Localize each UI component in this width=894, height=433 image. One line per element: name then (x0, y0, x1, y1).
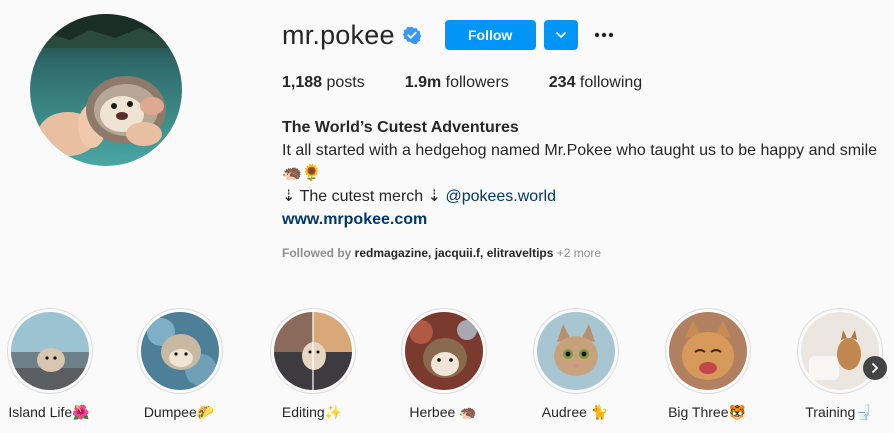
highlight-label: Editing✨ (281, 404, 343, 420)
highlight-thumbnail (141, 312, 219, 390)
highlight-item[interactable]: Editing✨ (267, 308, 357, 433)
bio-line: It all started with a hedgehog named Mr.… (282, 142, 878, 159)
suggested-accounts-button[interactable] (543, 20, 578, 50)
highlight-ring (401, 308, 487, 394)
highlight-label: Training🚽 (805, 404, 873, 420)
highlight-ring (270, 308, 356, 394)
posts-label: posts (322, 74, 365, 91)
highlight-thumbnail (11, 312, 89, 390)
bio-merch-text: ⇣ The cutest merch ⇣ (282, 188, 446, 205)
highlight-ring (137, 308, 223, 394)
chevron-down-icon (555, 32, 566, 38)
chevron-right-icon (872, 363, 878, 373)
highlight-thumbnail (405, 312, 483, 390)
bio-emoji-line: 🦔🌻 (282, 165, 322, 182)
highlight-label: Island Life🌺 (8, 404, 90, 420)
highlight-item[interactable]: Dumpee🌮 (134, 308, 224, 433)
followed-by[interactable]: Followed by redmagazine, jacquii.f, elit… (282, 246, 601, 260)
profile-photo (30, 14, 182, 166)
bio-merch-line: ⇣ The cutest merch ⇣ @pokees.world (282, 185, 882, 208)
merch-account-link[interactable]: @pokees.world (445, 188, 556, 205)
highlight-item[interactable]: Island Life🌺 (4, 308, 94, 433)
highlight-thumbnail (537, 312, 615, 390)
followed-by-prefix: Followed by (282, 246, 355, 260)
following-number: 234 (548, 74, 576, 91)
followers-label: followers (441, 74, 509, 91)
followers-number: 1.9m (404, 74, 442, 91)
highlight-item[interactable]: Herbee 🦔 (398, 308, 488, 433)
highlight-thumbnail (801, 312, 879, 390)
highlight-thumbnail (669, 312, 747, 390)
highlight-ring (665, 308, 751, 394)
highlight-ring (797, 308, 883, 394)
highlight-label: Herbee 🦔 (409, 404, 477, 420)
more-options-button[interactable] (592, 23, 616, 47)
profile-avatar[interactable] (30, 14, 182, 166)
followed-by-more: +2 more (553, 246, 602, 260)
highlights-next-button[interactable] (863, 356, 887, 380)
following-link[interactable]: 234 following (549, 74, 642, 92)
username: mr.pokee (282, 19, 395, 50)
followed-by-users: redmagazine, jacquii.f, elitraveltips (354, 246, 554, 260)
highlight-ring (533, 308, 619, 394)
profile-bio: The World’s Cutest Adventures It all sta… (282, 116, 882, 231)
more-options-icon (594, 32, 613, 38)
followers-link[interactable]: 1.9m followers (405, 74, 509, 92)
highlight-label: Audree 🐈 (541, 404, 609, 420)
highlight-item[interactable]: Big Three🐯 (662, 308, 752, 433)
posts-number: 1,188 (282, 74, 323, 91)
profile-stats: 1,188 posts 1.9m followers 234 following (282, 74, 682, 92)
posts-count: 1,188 posts (282, 74, 365, 92)
highlight-thumbnail (274, 312, 352, 390)
follow-button[interactable]: Follow (444, 20, 536, 50)
highlight-label: Big Three🐯 (668, 404, 746, 420)
story-highlights: Island Life🌺 Dumpee🌮 Editing✨ Herbee 🦔 A… (0, 308, 894, 433)
highlight-label: Dumpee🌮 (143, 404, 215, 420)
profile-header: mr.pokee Follow (282, 18, 616, 52)
verified-badge-icon (402, 26, 422, 45)
highlight-ring (7, 308, 93, 394)
highlight-item[interactable]: Audree 🐈 (530, 308, 620, 433)
website-link[interactable]: www.mrpokee.com (282, 208, 882, 231)
following-label: following (575, 74, 643, 91)
bio-name: The World’s Cutest Adventures (282, 119, 519, 136)
